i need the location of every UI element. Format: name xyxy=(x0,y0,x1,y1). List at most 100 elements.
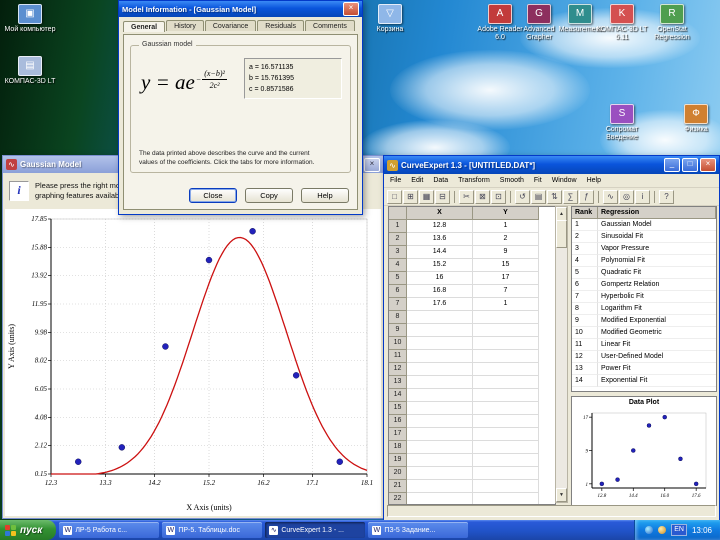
zoom-icon[interactable]: ◎ xyxy=(619,189,634,204)
cell-x[interactable] xyxy=(407,311,473,324)
cell-x[interactable] xyxy=(407,376,473,389)
ranking-row[interactable]: 1 Gaussian Model xyxy=(572,219,716,231)
data-table-icon[interactable]: ▤ xyxy=(531,189,546,204)
cell-y[interactable] xyxy=(473,415,539,428)
help-button[interactable]: Help xyxy=(301,188,349,203)
spreadsheet-scrollbar[interactable]: ▲ ▼ xyxy=(555,206,568,503)
scrollbar-thumb[interactable] xyxy=(556,220,567,248)
cell-x[interactable] xyxy=(407,389,473,402)
cell-x[interactable]: 14.4 xyxy=(407,246,473,259)
cell-y[interactable] xyxy=(473,376,539,389)
cell-y[interactable]: 17 xyxy=(473,272,539,285)
tab-comments[interactable]: Comments xyxy=(305,20,355,31)
paste-icon[interactable]: ⊡ xyxy=(491,189,506,204)
cell-y[interactable]: 1 xyxy=(473,298,539,311)
cell-x[interactable]: 16.8 xyxy=(407,285,473,298)
cell-y[interactable] xyxy=(473,428,539,441)
print-icon[interactable]: ⊟ xyxy=(435,189,450,204)
cell-y[interactable] xyxy=(473,350,539,363)
ranking-row[interactable]: 11 Linear Fit xyxy=(572,339,716,351)
model-info-icon[interactable]: i xyxy=(635,189,650,204)
scroll-up-icon[interactable]: ▲ xyxy=(556,207,567,221)
cell-x[interactable] xyxy=(407,402,473,415)
data-spreadsheet[interactable]: X Y 1 12.8 1 2 13.6 2 3 14.4 9 4 15.2 15 5 16 17 6 16.8 7 7 1… xyxy=(388,206,556,505)
desktop-icon-kompas-3d-lt-511[interactable]: K КОМПАС-3D LT 5.11 xyxy=(596,4,648,42)
close-button[interactable]: × xyxy=(364,157,380,172)
dialog-titlebar[interactable]: Model Information - [Gaussian Model] × xyxy=(119,1,362,17)
close-button[interactable]: × xyxy=(700,158,716,172)
ranking-row[interactable]: 4 Polynomial Fit xyxy=(572,255,716,267)
desktop-icon-my-computer[interactable]: ▣ Мой компьютер xyxy=(4,4,56,34)
cell-x[interactable] xyxy=(407,337,473,350)
cell-x[interactable] xyxy=(407,480,473,493)
undo-icon[interactable]: ↺ xyxy=(515,189,530,204)
cell-x[interactable]: 12.8 xyxy=(407,220,473,233)
cell-y[interactable] xyxy=(473,311,539,324)
curveexpert-window[interactable]: ∿ CurveExpert 1.3 - [UNTITLED.DAT*] _ □ … xyxy=(383,155,720,521)
cell-x[interactable] xyxy=(407,363,473,376)
cell-y[interactable] xyxy=(473,402,539,415)
desktop-icon-openstat-regression[interactable]: R OpenStat Regression xyxy=(646,4,698,42)
cell-x[interactable] xyxy=(407,467,473,480)
taskbar-task[interactable]: W ПЗ-5 Задание... xyxy=(368,522,469,538)
tab-covariance[interactable]: Covariance xyxy=(204,20,257,31)
data-plot-panel[interactable]: Data Plot 12.8 14.4 16.0 17.6 1 9 17 xyxy=(571,396,717,506)
tab-history[interactable]: History xyxy=(166,20,204,31)
scroll-down-icon[interactable]: ▼ xyxy=(556,488,567,502)
desktop-icon-recycle-bin[interactable]: ▽ Корзина xyxy=(364,4,416,34)
ranking-row[interactable]: 2 Sinusoidal Fit xyxy=(572,231,716,243)
cell-x[interactable] xyxy=(407,415,473,428)
maximize-button[interactable]: □ xyxy=(682,158,698,172)
ranking-row[interactable]: 6 Gompertz Relation xyxy=(572,279,716,291)
cell-x[interactable] xyxy=(407,441,473,454)
ranking-row[interactable]: 7 Hyperbolic Fit xyxy=(572,291,716,303)
menu-edit[interactable]: Edit xyxy=(411,177,423,184)
cell-y[interactable]: 9 xyxy=(473,246,539,259)
new-file-icon[interactable]: □ xyxy=(387,189,402,204)
ranking-row[interactable]: 14 Exponential Fit xyxy=(572,375,716,387)
start-button[interactable]: пуск xyxy=(0,520,57,540)
close-button[interactable]: Close xyxy=(189,188,237,203)
cell-x[interactable]: 13.6 xyxy=(407,233,473,246)
menu-data[interactable]: Data xyxy=(433,177,448,184)
cell-x[interactable]: 16 xyxy=(407,272,473,285)
copy-icon[interactable]: ⊠ xyxy=(475,189,490,204)
menu-window[interactable]: Window xyxy=(552,177,577,184)
clock[interactable]: 13:06 xyxy=(692,526,712,535)
help-icon[interactable]: ? xyxy=(659,189,674,204)
volume-icon[interactable] xyxy=(658,526,667,534)
menu-fit[interactable]: Fit xyxy=(534,177,542,184)
sort-icon[interactable]: ⇅ xyxy=(547,189,562,204)
tab-residuals[interactable]: Residuals xyxy=(257,20,305,31)
cell-y[interactable] xyxy=(473,324,539,337)
cell-x[interactable]: 17.6 xyxy=(407,298,473,311)
network-icon[interactable] xyxy=(645,526,654,534)
tab-general[interactable]: General xyxy=(123,21,166,32)
open-file-icon[interactable]: ⊞ xyxy=(403,189,418,204)
cell-x[interactable] xyxy=(407,428,473,441)
cell-y[interactable] xyxy=(473,337,539,350)
cell-x[interactable] xyxy=(407,324,473,337)
ranking-row[interactable]: 10 Modified Geometric xyxy=(572,327,716,339)
gaussian-chart-area[interactable]: 12.3 13.3 14.2 15.2 16.2 17.1 18.1 0.15 2.12 4.08… xyxy=(5,209,381,516)
cell-x[interactable] xyxy=(407,454,473,467)
cell-x[interactable] xyxy=(407,493,473,504)
minimize-button[interactable]: _ xyxy=(664,158,680,172)
cell-y[interactable]: 7 xyxy=(473,285,539,298)
ranking-row[interactable]: 12 User-Defined Model xyxy=(572,351,716,363)
ranking-row[interactable]: 9 Modified Exponential xyxy=(572,315,716,327)
ranking-row[interactable]: 3 Vapor Pressure xyxy=(572,243,716,255)
calculate-icon[interactable]: ∑ xyxy=(563,189,578,204)
taskbar-task[interactable]: ∿ CurveExpert 1.3 - ... xyxy=(265,522,366,538)
cell-y[interactable] xyxy=(473,389,539,402)
cell-y[interactable] xyxy=(473,480,539,493)
plot-icon[interactable]: ∿ xyxy=(603,189,618,204)
menu-help[interactable]: Help xyxy=(587,177,601,184)
desktop-icon-fizika[interactable]: Ф Физика xyxy=(670,104,720,134)
cell-y[interactable]: 1 xyxy=(473,220,539,233)
ranking-row[interactable]: 5 Quadratic Fit xyxy=(572,267,716,279)
cell-y[interactable] xyxy=(473,363,539,376)
cell-x[interactable]: 15.2 xyxy=(407,259,473,272)
taskbar-task[interactable]: W ЛР-5 Работа с... xyxy=(59,522,160,538)
cut-icon[interactable]: ✂ xyxy=(459,189,474,204)
